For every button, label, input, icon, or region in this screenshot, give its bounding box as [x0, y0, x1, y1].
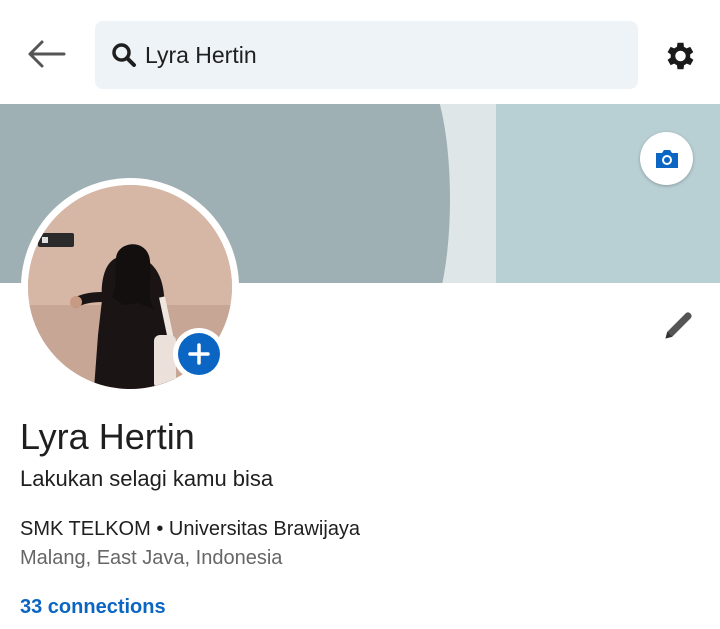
search-bar[interactable] — [95, 21, 638, 89]
edit-profile-button[interactable] — [656, 302, 702, 348]
camera-icon — [655, 149, 678, 168]
banner-decoration-curve — [380, 104, 450, 283]
profile-name: Lyra Hertin — [20, 416, 195, 457]
profile-education[interactable]: SMK TELKOM • Universitas Brawijaya — [20, 518, 360, 541]
banner-decoration-panel — [496, 104, 720, 283]
back-arrow-icon — [28, 40, 66, 68]
connections-link[interactable]: 33 connections — [20, 596, 166, 619]
add-photo-circle — [178, 333, 220, 375]
pencil-icon — [665, 312, 692, 339]
settings-button[interactable] — [658, 35, 700, 77]
back-button[interactable] — [22, 34, 70, 74]
profile-headline: Lakukan selagi kamu bisa — [20, 466, 274, 491]
top-bar — [0, 0, 720, 104]
gear-icon — [667, 42, 694, 70]
edit-banner-button[interactable] — [640, 132, 693, 185]
plus-icon — [188, 343, 210, 365]
search-input[interactable] — [145, 41, 605, 69]
profile-location: Malang, East Java, Indonesia — [20, 547, 283, 569]
search-icon — [109, 40, 139, 70]
add-profile-photo-button[interactable] — [173, 328, 225, 380]
